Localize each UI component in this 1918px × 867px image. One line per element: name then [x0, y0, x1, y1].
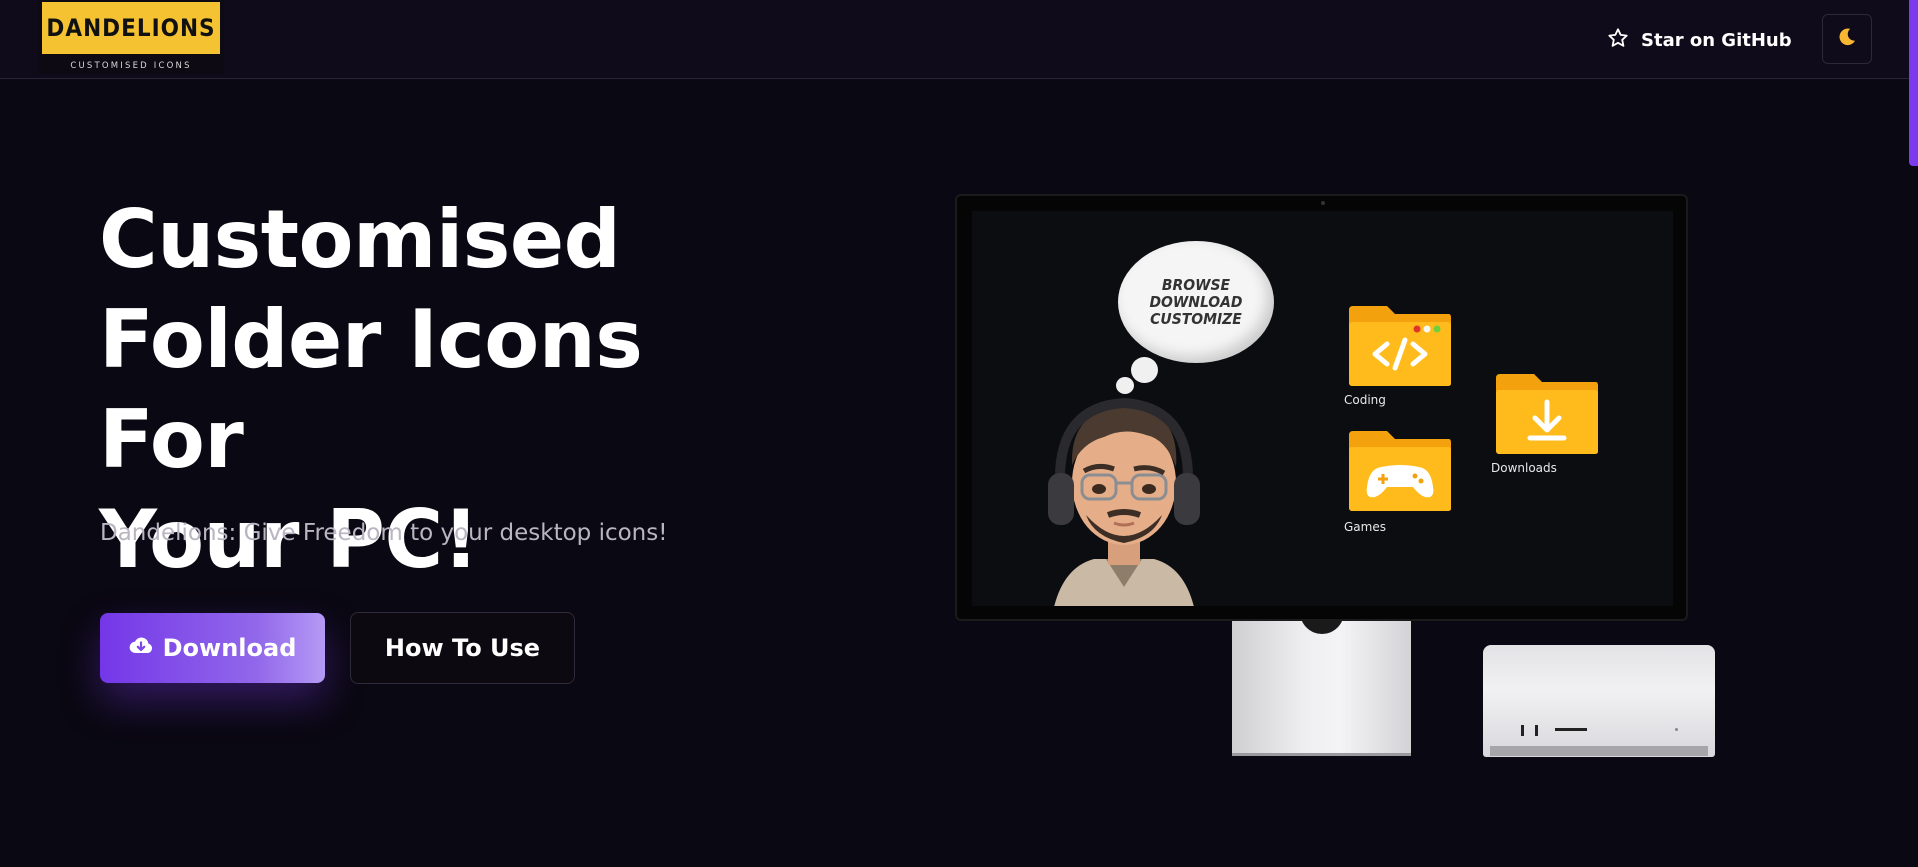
- how-to-use-button[interactable]: How To Use: [350, 612, 575, 684]
- star-outline-icon: [1607, 27, 1629, 54]
- camera-dot: [1321, 201, 1325, 205]
- how-to-use-label: How To Use: [384, 634, 541, 662]
- monitor-stand: [1232, 608, 1411, 756]
- thought-dot: [1131, 357, 1158, 383]
- power-light: [1675, 728, 1678, 731]
- logo-wordmark: DANDELIONS: [42, 2, 220, 54]
- theme-toggle-button[interactable]: [1822, 14, 1872, 64]
- thought-bubble: BROWSE DOWNLOAD CUSTOMIZE: [1118, 241, 1274, 363]
- port: [1535, 725, 1538, 736]
- star-on-github-label: Star on GitHub: [1641, 29, 1792, 51]
- star-on-github-link[interactable]: Star on GitHub: [1607, 27, 1792, 53]
- moon-icon: [1836, 26, 1858, 52]
- hero-title-line: Customised: [99, 193, 621, 286]
- code-icon: [1349, 306, 1451, 386]
- download-button-label: Download: [162, 634, 297, 662]
- downloads-folder-label: Downloads: [1491, 461, 1557, 475]
- site-header: DANDELIONS CUSTOMISED ICONS Star on GitH…: [0, 0, 1918, 79]
- bubble-text-download: DOWNLOAD: [1149, 292, 1243, 311]
- coding-folder[interactable]: [1347, 304, 1453, 392]
- gamepad-icon: [1349, 431, 1451, 511]
- download-button[interactable]: Download: [100, 613, 325, 683]
- games-folder[interactable]: [1347, 429, 1453, 517]
- monitor-screen: BROWSE DOWNLOAD CUSTOMIZE Coding Games D…: [972, 211, 1673, 606]
- download-arrow-icon: [1496, 374, 1598, 454]
- scrollbar-thumb[interactable]: [1909, 0, 1918, 166]
- bubble-text-browse: BROWSE: [1161, 275, 1231, 294]
- mac-studio-illustration: [1483, 645, 1715, 757]
- coding-folder-label: Coding: [1344, 393, 1386, 407]
- hero-title-line: Folder Icons For: [99, 293, 643, 486]
- monitor-illustration: BROWSE DOWNLOAD CUSTOMIZE Coding Games D…: [955, 194, 1688, 621]
- mac-studio-base: [1490, 746, 1708, 756]
- games-folder-label: Games: [1344, 520, 1386, 534]
- cloud-download-icon: [129, 634, 153, 662]
- hero-subtitle: Dandelions: Give Freedom to your desktop…: [100, 520, 668, 546]
- downloads-folder[interactable]: [1494, 372, 1600, 460]
- avatar-illustration: [1034, 387, 1214, 606]
- port: [1555, 728, 1587, 731]
- bubble-text-customize: CUSTOMIZE: [1150, 309, 1242, 328]
- logo[interactable]: DANDELIONS CUSTOMISED ICONS: [38, 0, 224, 74]
- logo-tagline: CUSTOMISED ICONS: [70, 61, 192, 71]
- port: [1521, 725, 1524, 736]
